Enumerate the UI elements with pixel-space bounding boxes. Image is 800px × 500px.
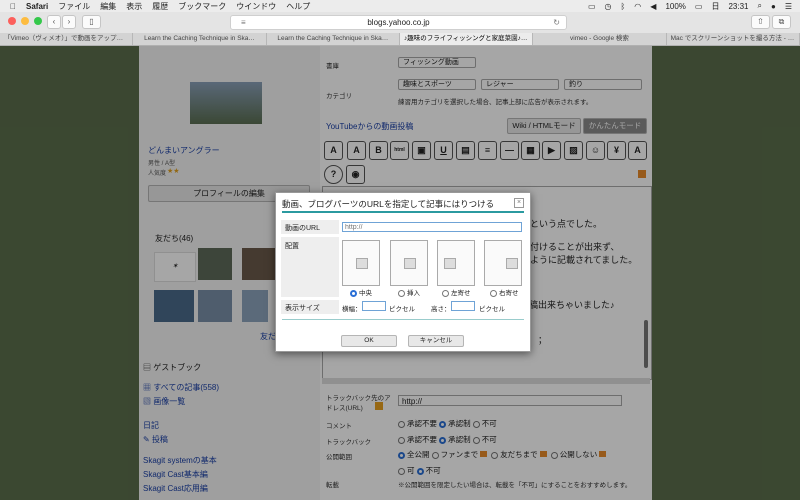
layout-insert-label: 挿入 (407, 290, 420, 297)
tab-caching-2[interactable]: Learn the Caching Technique in Ska… (267, 33, 400, 45)
wifi-icon[interactable]: ◠ (634, 2, 641, 11)
tab-mac-screenshot[interactable]: Mac でスクリーンショットを撮る方法 - A… (667, 33, 800, 45)
layout-insert-option[interactable]: 挿入 (398, 287, 420, 297)
layout-center-thumb-icon (356, 258, 368, 269)
zoom-window-icon[interactable] (34, 17, 42, 25)
close-window-icon[interactable] (8, 17, 16, 25)
layout-left-thumb-icon (444, 258, 456, 269)
layout-right-label: 右寄せ (499, 290, 519, 297)
layout-label: 配置 (285, 243, 299, 250)
layout-right-thumb-icon (506, 258, 518, 269)
tab-bar: 「Vimeo（ヴィメオ）」で動画をアップロー… Learn the Cachin… (0, 33, 800, 46)
height-input[interactable] (451, 301, 475, 311)
layout-left-option[interactable]: 左寄せ (442, 287, 471, 297)
layout-center-option[interactable]: 中央 (350, 287, 372, 297)
menu-help[interactable]: ヘルプ (286, 1, 310, 12)
tab-caching-1[interactable]: Learn the Caching Technique in Ska… (133, 33, 267, 45)
url-label: 動画のURL (285, 225, 321, 232)
bluetooth-icon[interactable]: ᛒ (620, 2, 625, 11)
menu-file[interactable]: ファイル (58, 1, 90, 12)
tab-blog-active[interactable]: ♪趣味のフライフィッシングと家庭菜園♪ -… (399, 33, 534, 45)
reader-icon[interactable]: ≡ (241, 16, 246, 29)
menu-edit[interactable]: 編集 (100, 1, 116, 12)
width-unit: ピクセル (389, 306, 415, 313)
sidebar-toggle-icon[interactable]: ▯ (82, 15, 101, 29)
height-unit: ピクセル (479, 306, 505, 313)
battery-percent[interactable]: 100% (665, 2, 685, 11)
notification-center-icon[interactable]: ☰ (785, 2, 792, 11)
layout-center-frame[interactable] (342, 240, 380, 286)
layout-center-radio[interactable] (350, 289, 357, 297)
input-source-day[interactable]: 日 (711, 1, 719, 12)
menu-history[interactable]: 履歴 (152, 1, 168, 12)
apple-menu-icon[interactable]:  (10, 2, 16, 11)
reload-icon[interactable]: ↻ (553, 16, 560, 29)
menu-safari[interactable]: Safari (26, 2, 48, 11)
battery-icon[interactable]: ▭ (695, 2, 703, 11)
layout-left-label: 左寄せ (451, 290, 471, 297)
dialog-bottom-divider (282, 319, 524, 320)
layout-right-frame[interactable] (484, 240, 522, 286)
minimize-window-icon[interactable] (21, 17, 29, 25)
layout-left-radio[interactable] (442, 289, 449, 297)
siri-icon[interactable]: ● (771, 2, 776, 11)
back-icon[interactable]: ‹ (47, 15, 61, 29)
layout-right-option[interactable]: 右寄せ (490, 287, 519, 297)
display-icon[interactable]: ▭ (588, 2, 596, 11)
menu-bookmarks[interactable]: ブックマーク (178, 1, 226, 12)
cancel-button[interactable]: キャンセル (408, 335, 464, 347)
layout-center-label: 中央 (359, 290, 372, 297)
layout-left-frame[interactable] (437, 240, 475, 286)
height-label: 高さ： (431, 306, 451, 313)
width-label: 横幅： (342, 306, 362, 313)
menu-window[interactable]: ウインドウ (236, 1, 276, 12)
dialog-title-divider (282, 211, 524, 213)
layout-right-radio[interactable] (490, 289, 497, 297)
layout-insert-radio[interactable] (398, 289, 405, 297)
address-bar[interactable]: ≡ blogs.yahoo.co.jp ↻ (230, 15, 567, 30)
tab-vimeo-upload[interactable]: 「Vimeo（ヴィメオ）」で動画をアップロー… (0, 33, 134, 45)
menu-view[interactable]: 表示 (126, 1, 142, 12)
dialog-title: 動画、ブログパーツのURLを指定して記事にはりつける (282, 199, 495, 209)
clock[interactable]: 23:31 (728, 2, 748, 11)
video-url-input[interactable] (342, 222, 522, 232)
url-text: blogs.yahoo.co.jp (367, 18, 430, 27)
width-input[interactable] (362, 301, 386, 311)
share-icon[interactable]: ⇧ (751, 15, 770, 29)
time-machine-icon[interactable]: ◷ (605, 2, 612, 11)
layout-insert-thumb-icon (404, 258, 416, 269)
ok-button[interactable]: OK (341, 335, 397, 347)
tab-google-vimeo[interactable]: vimeo - Google 検索 (533, 33, 667, 45)
volume-icon[interactable]: ◀ (650, 2, 656, 11)
size-label: 表示サイズ (285, 305, 320, 312)
forward-icon[interactable]: › (62, 15, 76, 29)
tab-overview-icon[interactable]: ⧉ (772, 15, 791, 29)
dialog-close-icon[interactable]: × (514, 198, 524, 208)
spotlight-icon[interactable]: ⌕ (758, 1, 762, 11)
video-url-dialog: 動画、ブログパーツのURLを指定して記事にはりつける × 動画のURL 配置 中… (275, 192, 531, 352)
layout-insert-frame[interactable] (390, 240, 428, 286)
